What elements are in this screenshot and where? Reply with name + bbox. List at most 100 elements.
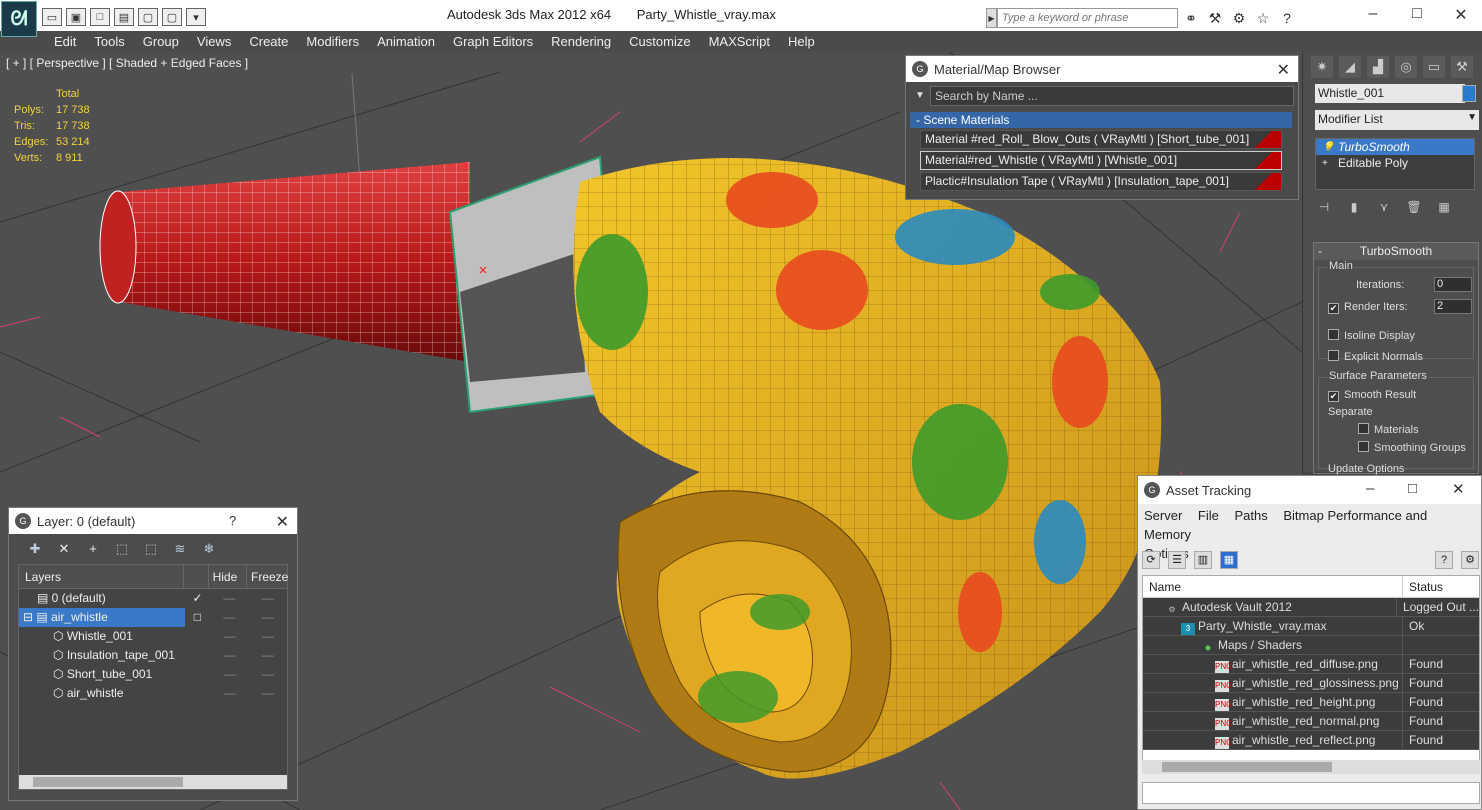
asset-row[interactable]: PNGair_whistle_red_reflect.png Found (1143, 731, 1479, 750)
render-iters-spinner[interactable]: 2 (1434, 299, 1472, 314)
hierarchy-tab-icon[interactable]: ▟ (1367, 56, 1389, 78)
freeze-toggle[interactable]: — (249, 589, 287, 608)
freeze-toggle[interactable]: — (249, 646, 287, 665)
asset-path-field[interactable] (1142, 782, 1480, 804)
layers-column-header[interactable]: Layers (19, 565, 184, 588)
browser-options-icon[interactable]: ▼ (910, 86, 930, 106)
show-end-result-icon[interactable]: ▮ (1345, 198, 1363, 216)
explicit-normals-option[interactable]: Explicit Normals (1328, 350, 1423, 363)
display-tab-icon[interactable]: ▭ (1423, 56, 1445, 78)
search-by-name-input[interactable]: Search by Name ... (930, 86, 1294, 106)
hide-toggle[interactable]: — (210, 627, 248, 646)
utilities-tab-icon[interactable]: ⚒ (1451, 56, 1473, 78)
asset-row[interactable]: PNGair_whistle_red_diffuse.png Found (1143, 655, 1479, 674)
keyword-search-input[interactable] (997, 8, 1178, 28)
menu-maxscript[interactable]: MAXScript (709, 34, 770, 49)
isoline-checkbox[interactable] (1328, 329, 1339, 340)
help-icon[interactable]: ? (1278, 9, 1296, 27)
remove-modifier-icon[interactable]: 🗑 (1405, 198, 1423, 216)
thumbnail-view-icon[interactable]: ▥ (1194, 551, 1212, 569)
create-tab-icon[interactable]: ✷ (1311, 56, 1333, 78)
hide-all-icon[interactable]: ≋ (170, 540, 190, 558)
hide-column-header[interactable]: Hide (209, 565, 247, 588)
new-file-icon[interactable]: □ (90, 8, 110, 26)
asset-tracking-titlebar[interactable]: G Asset Tracking – □ ✕ (1138, 476, 1481, 504)
subscription-icon[interactable]: ⚒ (1206, 9, 1224, 27)
search-expand-icon[interactable]: ▶ (986, 8, 997, 28)
horizontal-scrollbar[interactable] (1142, 760, 1480, 774)
new-layer-icon[interactable]: ✚ (25, 540, 45, 558)
asset-row[interactable]: 3 Party_Whistle_vray.max Ok (1143, 617, 1479, 636)
rollout-header[interactable]: - TurboSmooth (1314, 243, 1478, 260)
maximize-button[interactable]: □ (1404, 5, 1430, 23)
make-current-box[interactable]: □ (185, 608, 210, 627)
status-column-header[interactable]: Status (1403, 576, 1443, 597)
stack-item-editable-poly[interactable]: + Editable Poly (1316, 155, 1474, 171)
app-logo-icon[interactable]: ᘛ (1, 1, 37, 37)
hide-toggle[interactable]: — (210, 646, 248, 665)
menu-rendering[interactable]: Rendering (551, 34, 611, 49)
materials-option[interactable]: Materials (1358, 423, 1419, 436)
modifier-list-dropdown[interactable]: Modifier List ▼ (1315, 110, 1479, 130)
binoculars-icon[interactable]: ⚭ (1182, 9, 1200, 27)
list-view-icon[interactable]: ☰ (1168, 551, 1186, 569)
menu-help[interactable]: Help (788, 34, 815, 49)
menu-customize[interactable]: Customize (629, 34, 690, 49)
menu-server[interactable]: Server (1144, 508, 1182, 523)
menu-paths[interactable]: Paths (1235, 508, 1268, 523)
scrollbar-thumb[interactable] (1162, 762, 1332, 772)
smoothing-groups-checkbox[interactable] (1358, 441, 1369, 452)
freeze-toggle[interactable]: — (249, 665, 287, 684)
menu-modifiers[interactable]: Modifiers (306, 34, 359, 49)
hide-toggle[interactable]: — (210, 684, 248, 703)
material-browser-titlebar[interactable]: G Material/Map Browser ✕ (906, 56, 1298, 82)
hold-icon[interactable]: ▤ (114, 8, 134, 26)
menu-animation[interactable]: Animation (377, 34, 435, 49)
hide-toggle[interactable]: — (210, 665, 248, 684)
freeze-toggle[interactable]: — (248, 608, 287, 627)
menu-views[interactable]: Views (197, 34, 231, 49)
menu-edit[interactable]: Edit (54, 34, 76, 49)
quick-access-dropdown-icon[interactable]: ▾ (186, 8, 206, 26)
close-icon[interactable]: ✕ (1277, 60, 1290, 80)
open-file-icon[interactable]: ▭ (42, 8, 62, 26)
freeze-toggle[interactable]: — (249, 684, 287, 703)
object-row[interactable]: ⬡ Short_tube_001 — — (19, 665, 287, 684)
favorites-star-icon[interactable]: ☆ (1254, 9, 1272, 27)
current-column-header[interactable] (184, 565, 209, 588)
delete-layer-icon[interactable]: ✕ (54, 540, 74, 558)
asset-row[interactable]: ◆ Maps / Shaders (1143, 636, 1479, 655)
iterations-spinner[interactable]: 0 (1434, 277, 1472, 292)
project-folder-icon[interactable]: ▢ (162, 8, 182, 26)
communication-icon[interactable]: ⚙ (1230, 9, 1248, 27)
horizontal-scrollbar[interactable] (19, 775, 287, 789)
close-icon[interactable]: ✕ (276, 512, 289, 532)
close-icon[interactable]: ✕ (1452, 480, 1465, 498)
material-row[interactable]: Material #red_Roll_ Blow_Outs ( VRayMtl … (920, 130, 1282, 149)
asset-row[interactable]: PNGair_whistle_red_normal.png Found (1143, 712, 1479, 731)
object-row[interactable]: ⬡ Whistle_001 — — (19, 627, 287, 646)
refresh-icon[interactable]: ⟳ (1142, 551, 1160, 569)
settings-icon[interactable]: ⚙ (1461, 551, 1479, 569)
help-icon[interactable]: ? (229, 513, 236, 528)
explicit-normals-checkbox[interactable] (1328, 350, 1339, 361)
close-button[interactable]: ✕ (1448, 5, 1474, 25)
smooth-result-checkbox[interactable]: ✔ (1328, 391, 1339, 402)
asset-row[interactable]: ⚙ Autodesk Vault 2012 Logged Out ... (1143, 598, 1479, 617)
object-color-swatch[interactable] (1462, 85, 1476, 102)
maximize-icon[interactable]: □ (1408, 480, 1417, 497)
minimize-icon[interactable]: – (1366, 480, 1374, 497)
layer-row[interactable]: ⊟ ▤ air_whistle □ — — (19, 608, 287, 627)
menu-group[interactable]: Group (143, 34, 179, 49)
select-objects-icon[interactable]: ⬚ (112, 540, 132, 558)
scrollbar-thumb[interactable] (33, 777, 183, 787)
freeze-toggle[interactable]: — (249, 627, 287, 646)
name-column-header[interactable]: Name (1143, 576, 1403, 597)
hide-toggle[interactable]: — (210, 589, 248, 608)
current-layer-checkmark[interactable]: ✓ (185, 589, 210, 608)
minimize-button[interactable]: – (1360, 5, 1386, 23)
highlight-layer-icon[interactable]: ⬚ (141, 540, 161, 558)
object-row[interactable]: ⬡ Insulation_tape_001 — — (19, 646, 287, 665)
material-row[interactable]: Material#red_Whistle ( VRayMtl ) [Whistl… (920, 151, 1282, 170)
expand-plus-icon[interactable]: + (1322, 156, 1328, 172)
